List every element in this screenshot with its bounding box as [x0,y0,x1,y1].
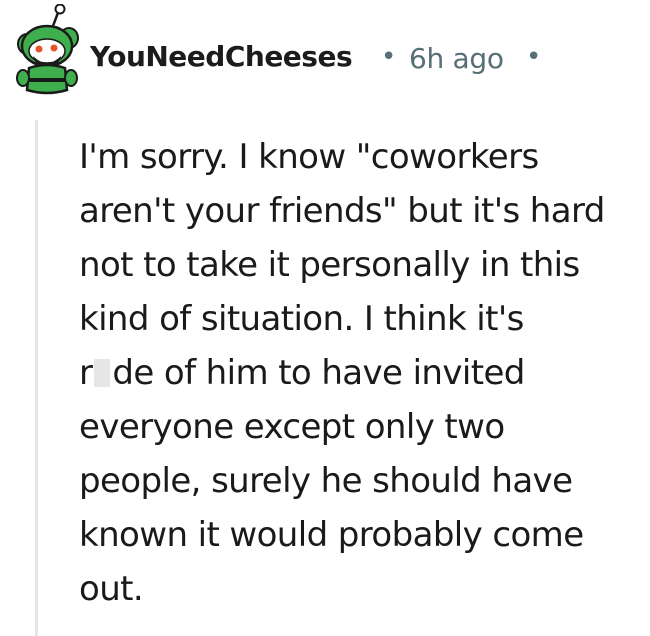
author-username[interactable]: YouNeedCheeses [90,40,353,73]
comment-header: YouNeedCheeses • 6h ago • [0,0,650,118]
comment-line-censored: r de of him to have invited [79,346,647,400]
censored-text-after: de of him to have invited [112,353,525,393]
comment-line: out. [79,569,144,609]
meta-separator: • [381,42,397,72]
comment-line: people, surely he should have [79,461,573,501]
comment-line: I'm sorry. I know "coworkers [79,137,539,177]
comment-line: not to take it personally in this [79,245,580,285]
comment-line: everyone except only two [79,407,505,447]
comment-timestamp[interactable]: 6h ago [409,42,504,75]
comment-line: aren't your friends" but it's hard [79,191,605,231]
censor-block [94,359,111,387]
meta-separator: • [526,42,542,72]
comment-line: kind of situation. I think it's [79,299,524,339]
censored-text-before: r [79,353,93,393]
comment-line: known it would probably come [79,515,584,555]
avatar[interactable] [7,3,83,98]
snoo-avatar-icon [16,3,79,95]
thread-line[interactable] [35,120,38,636]
comment-body: I'm sorry. I know "coworkers aren't your… [79,130,647,616]
